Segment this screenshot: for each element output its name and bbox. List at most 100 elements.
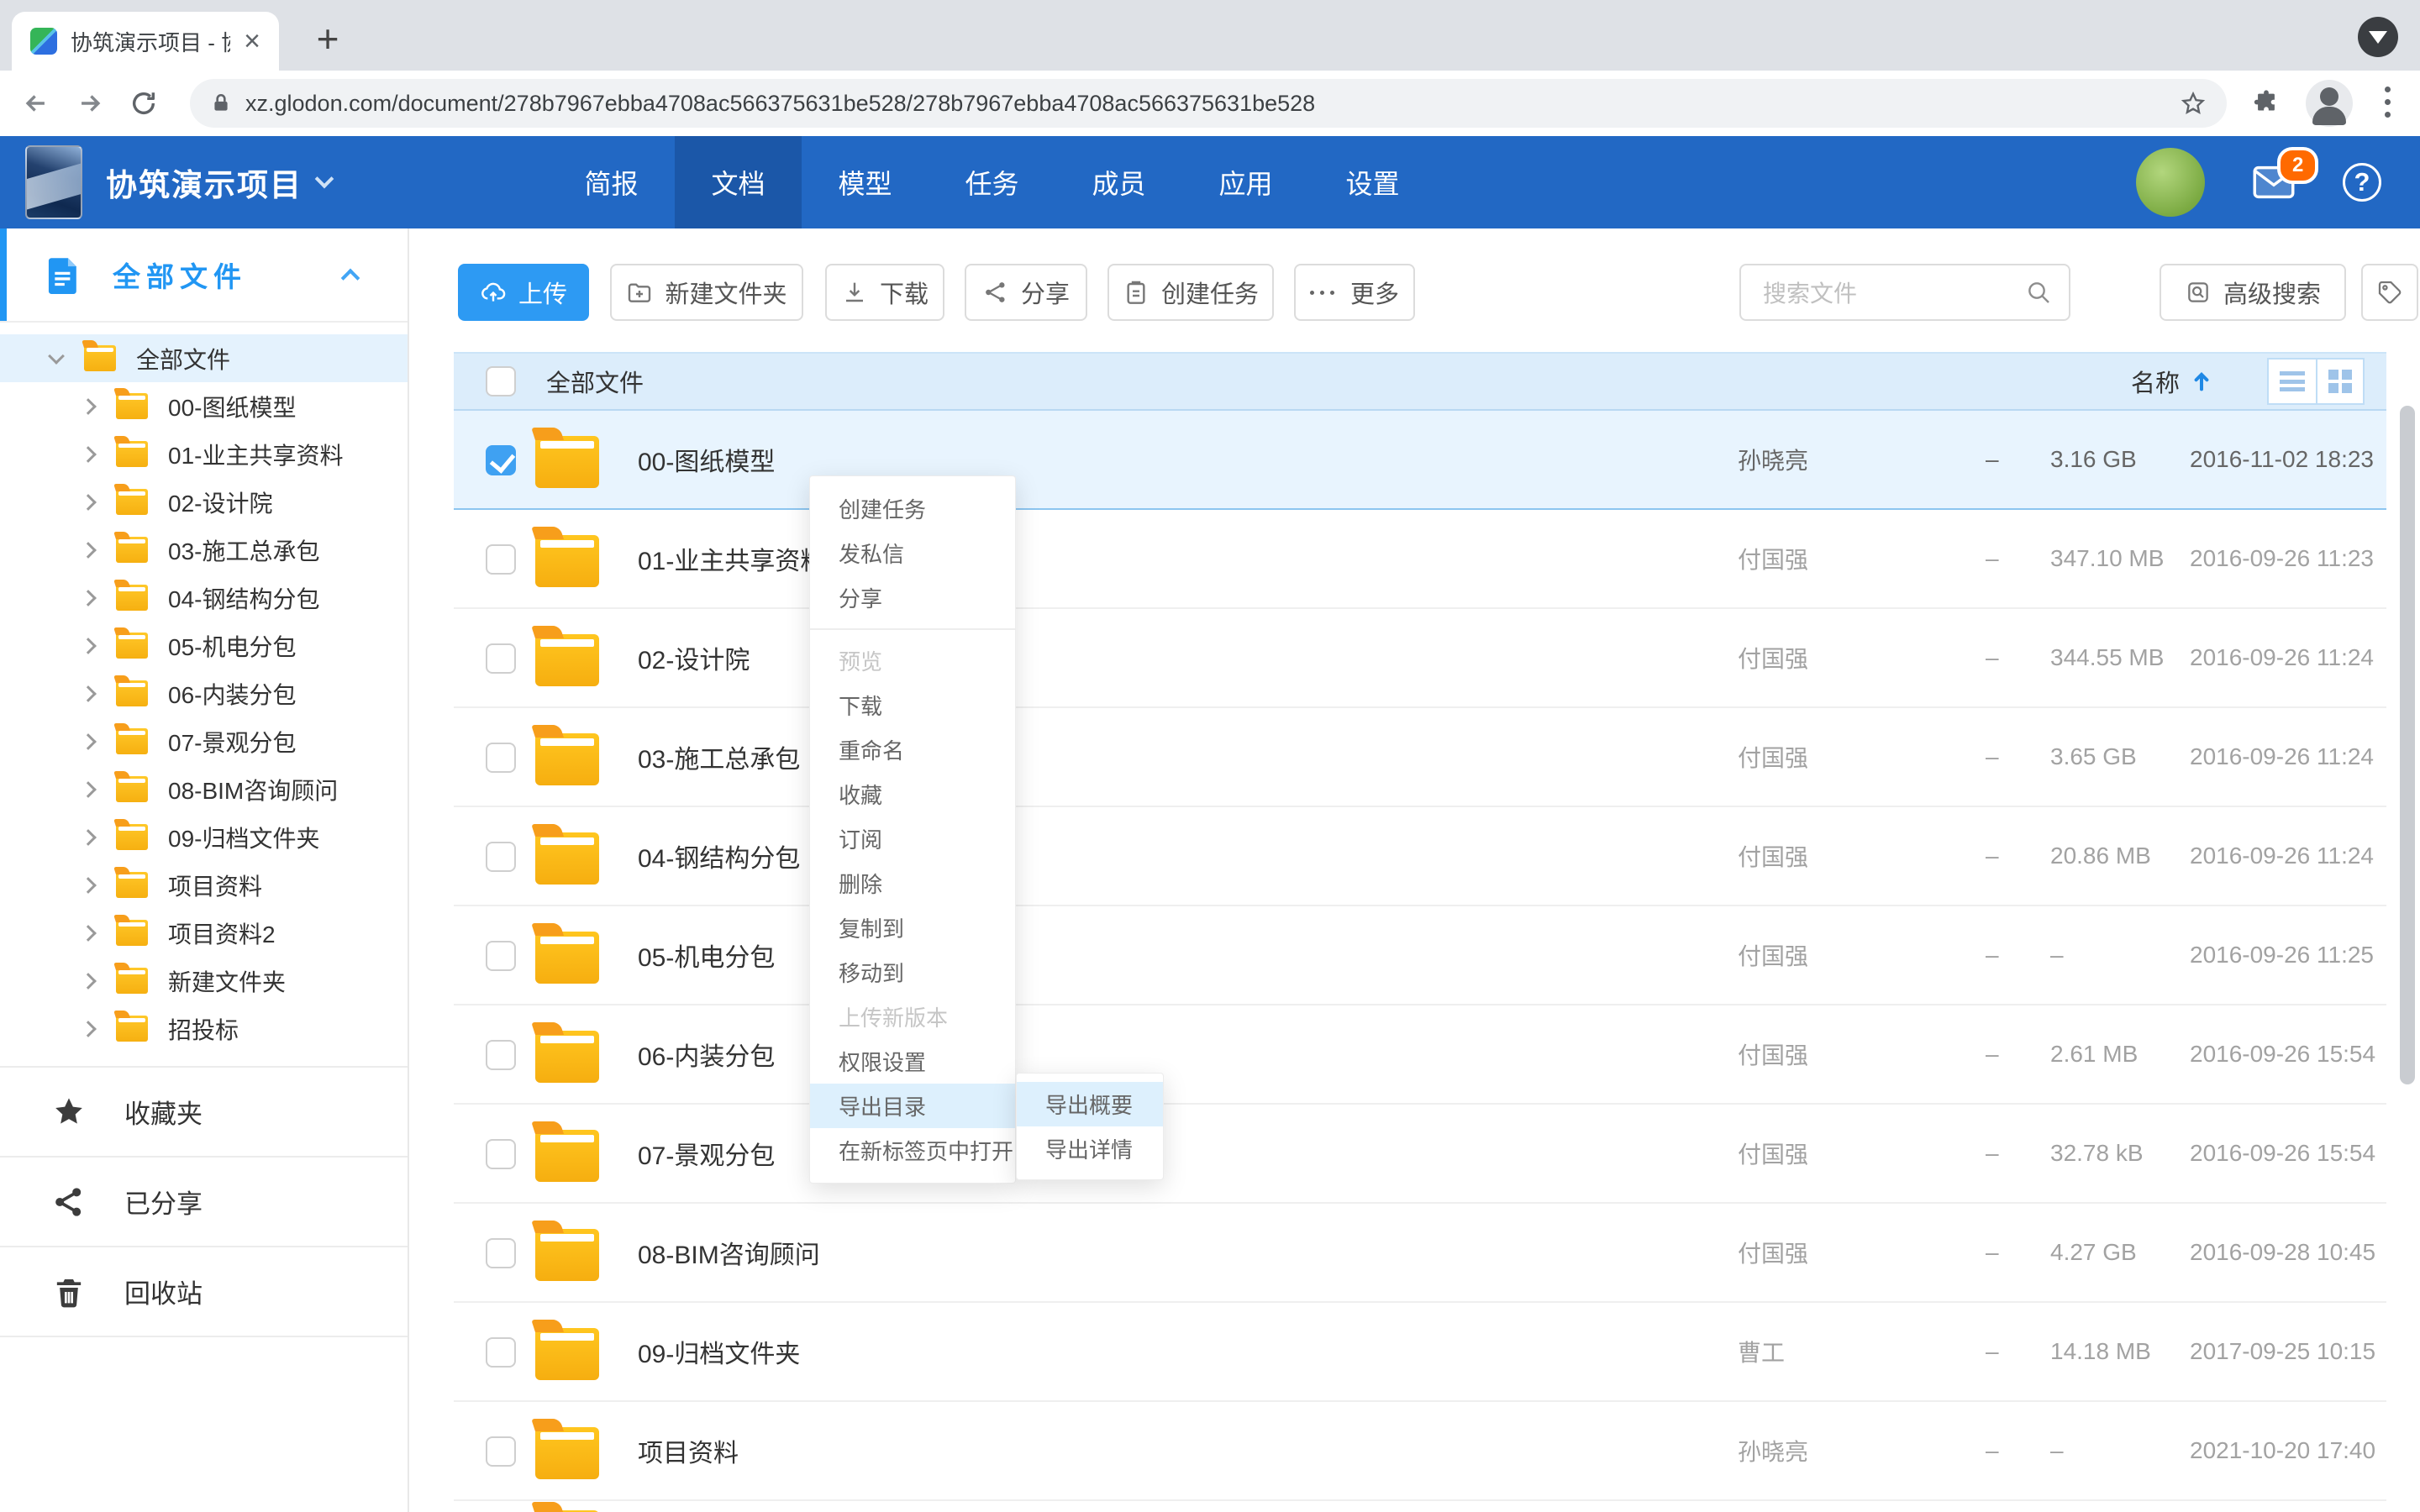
file-name[interactable]: 09-归档文件夹 <box>638 1303 800 1400</box>
table-row[interactable]: 项目资料 孙晓亮 – – 2021-10-20 17:40 <box>454 1402 2386 1501</box>
tree-item[interactable]: 03-施工总承包 <box>0 526 408 574</box>
file-name[interactable]: 05-机电分包 <box>638 906 775 1004</box>
nav-tab[interactable]: 设置 <box>1309 136 1436 228</box>
row-checkbox[interactable] <box>486 1238 516 1268</box>
search-input[interactable]: 搜索文件 <box>1739 264 2070 321</box>
chevron-right-icon[interactable] <box>80 925 97 942</box>
file-name[interactable]: 03-施工总承包 <box>638 708 800 806</box>
tag-button[interactable] <box>2361 264 2418 321</box>
menu-item[interactable]: 重命名 <box>810 727 1015 772</box>
row-checkbox[interactable] <box>486 544 516 575</box>
tree-item[interactable]: 08-BIM咨询顾问 <box>0 765 408 813</box>
menu-item[interactable]: 删除 <box>810 861 1015 906</box>
bookmark-star-icon[interactable] <box>2180 90 2207 117</box>
more-button[interactable]: 更多 <box>1294 264 1415 321</box>
menu-item[interactable]: 分享 <box>810 575 1015 620</box>
nav-tab[interactable]: 成员 <box>1055 136 1182 228</box>
table-row[interactable]: 03-施工总承包 付国强 – 3.65 GB 2016-09-26 11:24 <box>454 708 2386 807</box>
file-name[interactable]: 02-设计院 <box>638 609 750 706</box>
row-checkbox[interactable] <box>486 1337 516 1368</box>
menu-item[interactable]: 订阅 <box>810 816 1015 861</box>
download-button[interactable]: 下载 <box>825 264 944 321</box>
reload-icon[interactable] <box>129 89 158 118</box>
table-row[interactable]: 06-内装分包 付国强 – 2.61 MB 2016-09-26 15:54 <box>454 1005 2386 1105</box>
menu-item[interactable]: 创建任务 <box>810 486 1015 531</box>
grid-view-button[interactable] <box>2316 360 2363 403</box>
file-name[interactable]: 04-钢结构分包 <box>638 807 800 905</box>
row-checkbox[interactable] <box>486 445 516 475</box>
nav-tab[interactable]: 文档 <box>675 136 802 228</box>
list-view-button[interactable] <box>2269 360 2316 403</box>
chevron-right-icon[interactable] <box>80 542 97 559</box>
menu-item[interactable]: 移动到 <box>810 950 1015 995</box>
collapse-chevron-icon[interactable] <box>341 269 360 288</box>
tree-item[interactable]: 新建文件夹 <box>0 957 408 1005</box>
user-avatar[interactable] <box>2136 148 2205 217</box>
tree-item[interactable]: 00-图纸模型 <box>0 382 408 430</box>
table-row[interactable]: 08-BIM咨询顾问 付国强 – 4.27 GB 2016-09-28 10:4… <box>454 1204 2386 1303</box>
sidebar-item-recycle[interactable]: 回收站 <box>0 1247 408 1337</box>
chevron-right-icon[interactable] <box>80 638 97 654</box>
tree-item[interactable]: 04-钢结构分包 <box>0 574 408 622</box>
table-row[interactable]: 07-景观分包 付国强 – 32.78 kB 2016-09-26 15:54 <box>454 1105 2386 1204</box>
table-row[interactable]: 09-归档文件夹 曹工 – 14.18 MB 2017-09-25 10:15 <box>454 1303 2386 1402</box>
file-name[interactable]: 07-景观分包 <box>638 1105 775 1202</box>
extensions-icon[interactable] <box>2252 89 2281 118</box>
menu-item[interactable]: 预览 <box>810 638 1015 683</box>
sort-control[interactable]: 名称 <box>2131 364 2213 399</box>
chevron-right-icon[interactable] <box>80 829 97 846</box>
messages-button[interactable]: 2 <box>2252 164 2296 201</box>
page-scrollbar[interactable] <box>2400 406 2415 1084</box>
back-icon[interactable] <box>22 89 50 118</box>
file-name[interactable]: 01-业主共享资料 <box>638 510 825 607</box>
sidebar-item-shared[interactable]: 已分享 <box>0 1158 408 1247</box>
row-checkbox[interactable] <box>486 743 516 773</box>
file-name[interactable]: 06-内装分包 <box>638 1005 775 1103</box>
tree-item[interactable]: 01-业主共享资料 <box>0 430 408 478</box>
row-checkbox[interactable] <box>486 1040 516 1070</box>
tab-search-button[interactable] <box>2358 17 2398 57</box>
tree-item-root[interactable]: 全部文件 <box>0 334 408 382</box>
tree-item[interactable]: 02-设计院 <box>0 478 408 526</box>
file-name[interactable]: 08-BIM咨询顾问 <box>638 1204 820 1301</box>
tree-item[interactable]: 05-机电分包 <box>0 622 408 669</box>
table-row[interactable]: 04-钢结构分包 付国强 – 20.86 MB 2016-09-26 11:24 <box>454 807 2386 906</box>
new-tab-button[interactable]: + <box>302 13 353 64</box>
menu-item[interactable]: 下载 <box>810 683 1015 727</box>
submenu-item[interactable]: 导出概要 <box>1017 1082 1163 1126</box>
advanced-search-button[interactable]: 高级搜索 <box>2160 264 2346 321</box>
submenu-item[interactable]: 导出详情 <box>1017 1126 1163 1171</box>
row-checkbox[interactable] <box>486 941 516 971</box>
menu-item[interactable]: 在新标签页中打开 <box>810 1128 1015 1173</box>
menu-item[interactable]: 发私信 <box>810 531 1015 575</box>
select-all-checkbox[interactable] <box>486 366 516 396</box>
new-folder-button[interactable]: 新建文件夹 <box>610 264 803 321</box>
chevron-right-icon[interactable] <box>80 781 97 798</box>
row-checkbox[interactable] <box>486 1436 516 1467</box>
browser-profile-avatar[interactable] <box>2306 80 2353 127</box>
project-thumbnail[interactable] <box>25 145 82 219</box>
nav-tab[interactable]: 应用 <box>1182 136 1309 228</box>
table-row[interactable]: 01-业主共享资料 付国强 – 347.10 MB 2016-09-26 11:… <box>454 510 2386 609</box>
chevron-right-icon[interactable] <box>80 973 97 990</box>
nav-tab[interactable]: 任务 <box>929 136 1055 228</box>
table-row[interactable]: 02-设计院 付国强 – 344.55 MB 2016-09-26 11:24 <box>454 609 2386 708</box>
chevron-right-icon[interactable] <box>80 590 97 606</box>
menu-item[interactable]: 权限设置 <box>810 1039 1015 1084</box>
menu-item[interactable]: 导出目录 <box>810 1084 1015 1128</box>
file-name[interactable]: 00-图纸模型 <box>638 411 775 508</box>
chevron-right-icon[interactable] <box>80 733 97 750</box>
menu-item[interactable]: 复制到 <box>810 906 1015 950</box>
tab-close-icon[interactable]: × <box>244 27 260 55</box>
row-checkbox[interactable] <box>486 842 516 872</box>
chevron-down-icon[interactable] <box>48 348 65 365</box>
menu-item[interactable]: 上传新版本 <box>810 995 1015 1039</box>
share-button[interactable]: 分享 <box>965 264 1087 321</box>
address-bar[interactable]: xz.glodon.com/document/278b7967ebba4708a… <box>190 79 2227 128</box>
tree-item[interactable]: 项目资料 <box>0 861 408 909</box>
chevron-right-icon[interactable] <box>80 446 97 463</box>
chevron-right-icon[interactable] <box>80 685 97 702</box>
chevron-right-icon[interactable] <box>80 398 97 415</box>
upload-button[interactable]: 上传 <box>458 264 589 321</box>
nav-tab[interactable]: 简报 <box>548 136 675 228</box>
